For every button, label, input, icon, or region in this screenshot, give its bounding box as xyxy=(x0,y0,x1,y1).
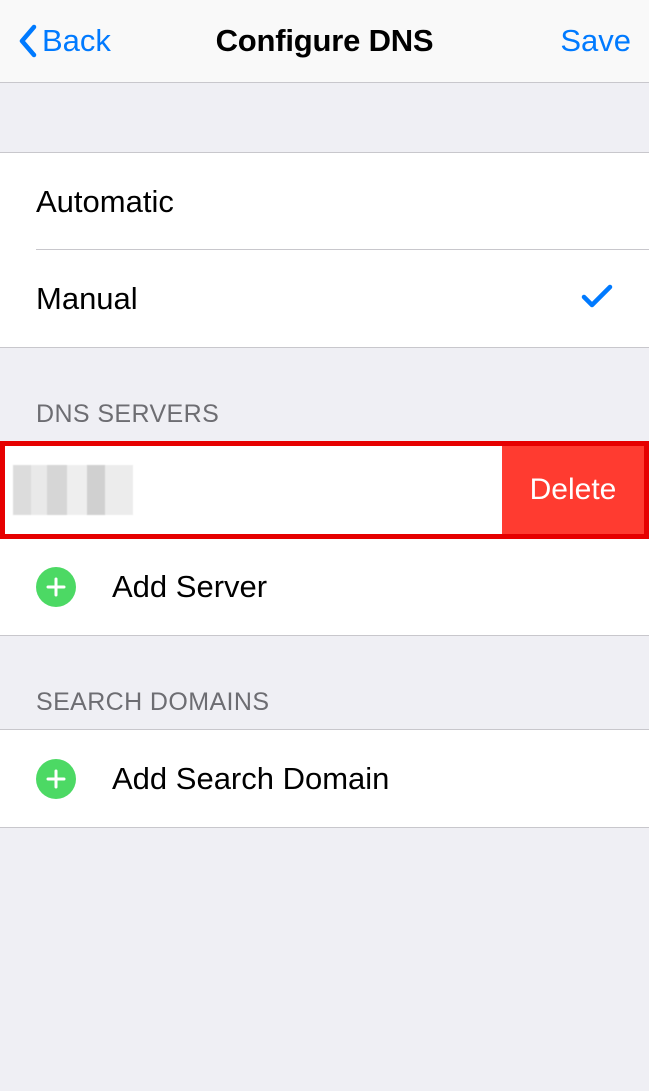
search-domains-header: SEARCH DOMAINS xyxy=(0,636,649,729)
search-domains-list: Add Search Domain xyxy=(0,729,649,828)
section-spacer xyxy=(0,83,649,152)
add-server-label: Add Server xyxy=(112,569,267,605)
checkmark-icon xyxy=(581,281,613,317)
delete-button[interactable]: Delete xyxy=(502,446,644,534)
page-title: Configure DNS xyxy=(216,23,434,59)
dns-server-row[interactable]: Delete xyxy=(5,446,644,534)
back-label: Back xyxy=(42,23,111,59)
mode-manual-label: Manual xyxy=(36,281,138,317)
mode-manual[interactable]: Manual xyxy=(0,250,649,347)
plus-icon xyxy=(36,567,76,607)
add-search-domain-label: Add Search Domain xyxy=(112,761,389,797)
add-server-row[interactable]: Add Server xyxy=(0,539,649,636)
navigation-bar: Back Configure DNS Save xyxy=(0,0,649,83)
mode-automatic-label: Automatic xyxy=(36,184,174,220)
chevron-left-icon xyxy=(18,24,38,58)
redacted-content xyxy=(13,465,133,515)
add-search-domain-row[interactable]: Add Search Domain xyxy=(0,730,649,827)
mode-list: Automatic Manual xyxy=(0,152,649,348)
mode-automatic[interactable]: Automatic xyxy=(0,153,649,250)
dns-server-value[interactable] xyxy=(5,446,502,534)
save-button[interactable]: Save xyxy=(560,23,631,59)
dns-servers-list: Delete Add Server xyxy=(0,441,649,636)
back-button[interactable]: Back xyxy=(18,23,111,59)
dns-servers-header: DNS SERVERS xyxy=(0,348,649,441)
plus-icon xyxy=(36,759,76,799)
dns-server-row-highlighted: Delete xyxy=(0,441,649,539)
